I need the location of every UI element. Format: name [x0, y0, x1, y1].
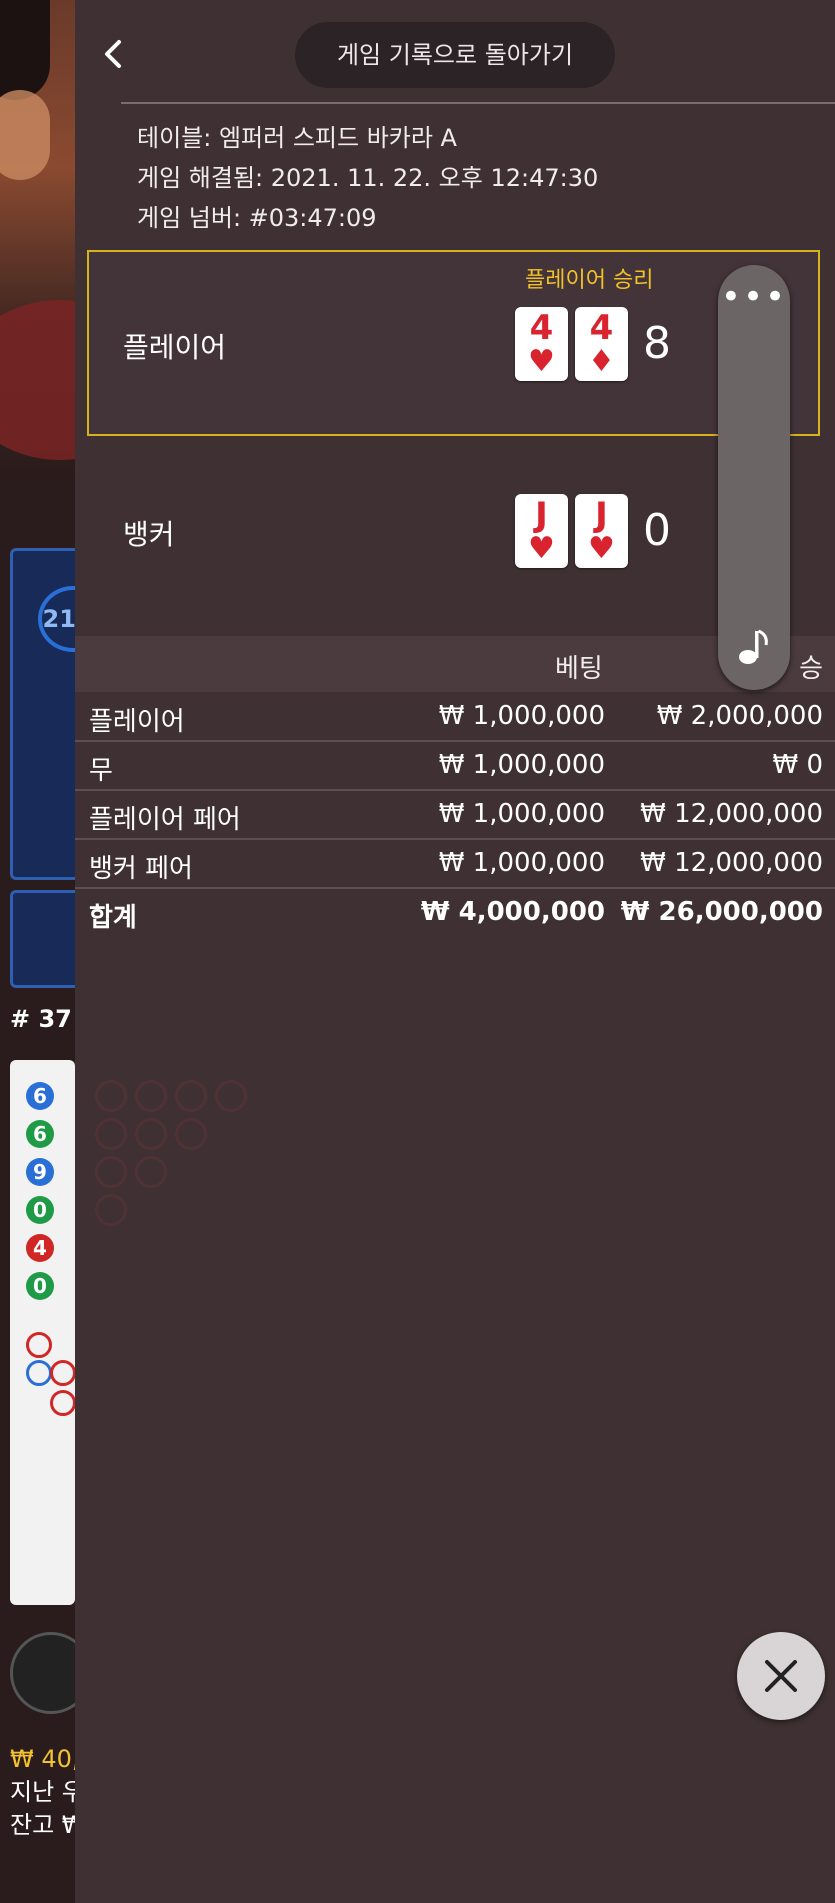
table-row: 플레이어 페어 ₩ 1,000,000 ₩ 12,000,000: [75, 790, 835, 840]
back-to-history-button[interactable]: 게임 기록으로 돌아가기: [295, 22, 615, 88]
background-ghost: [75, 960, 835, 1610]
total-label: 합계: [89, 903, 137, 933]
heart-icon: ♥: [528, 344, 555, 379]
side-menu-panel[interactable]: •••: [718, 265, 790, 690]
player-label: 플레이어: [123, 331, 227, 364]
win-amount: ₩ 2,000,000: [656, 701, 823, 731]
total-win-amount: ₩ 26,000,000: [620, 897, 823, 927]
win-amount: ₩ 12,000,000: [640, 848, 823, 878]
heart-icon: ♥: [528, 531, 555, 566]
card-rank: 4: [589, 308, 614, 348]
total-row: 합계 ₩ 4,000,000 ₩ 26,000,000: [75, 888, 835, 936]
round-number: # 37: [10, 1005, 72, 1033]
close-x-icon: [765, 1660, 797, 1692]
bet-name: 플레이어: [89, 707, 185, 737]
card-rank: J: [535, 495, 548, 535]
card-rank: J: [595, 495, 608, 535]
player-card-2: 4 ♦: [575, 307, 628, 381]
table-row: 플레이어 ₩ 1,000,000 ₩ 2,000,000: [75, 692, 835, 742]
banker-card-1: J ♥: [515, 494, 568, 568]
background-game-view: 21% # 37 6 6 9 0 4 0: [0, 0, 75, 1903]
resolved-time: 게임 해결됨: 2021. 11. 22. 오후 12:47:30: [137, 164, 599, 192]
heart-icon: ♥: [588, 531, 615, 566]
game-info: 테이블: 엠퍼러 스피드 바카라 A 게임 해결됨: 2021. 11. 22.…: [137, 118, 598, 238]
game-number: 게임 넘버: #03:47:09: [137, 204, 377, 232]
bet-column-header: 베팅: [555, 654, 603, 684]
bet-amount: ₩ 1,000,000: [438, 750, 605, 780]
bet-name: 플레이어 페어: [89, 805, 241, 835]
win-amount: ₩ 0: [772, 750, 823, 780]
modal-header: 게임 기록으로 돌아가기: [75, 0, 835, 102]
header-divider: [121, 102, 835, 104]
diamond-icon: ♦: [588, 344, 615, 379]
table-name: 테이블: 엠퍼러 스피드 바카라 A: [137, 124, 457, 152]
banker-label: 뱅커: [123, 518, 175, 551]
card-rank: 4: [529, 308, 554, 348]
win-amount: ₩ 12,000,000: [640, 799, 823, 829]
player-card-1: 4 ♥: [515, 307, 568, 381]
bet-panel-secondary: [10, 890, 75, 988]
table-row: 무 ₩ 1,000,000 ₩ 0: [75, 741, 835, 791]
timer-percent: 21%: [38, 586, 75, 652]
bet-name: 뱅커 페어: [89, 854, 193, 884]
winner-label: 플레이어 승리: [525, 268, 654, 293]
more-dots-icon[interactable]: •••: [718, 280, 790, 314]
back-button[interactable]: [95, 34, 135, 74]
chip-stack-button: [10, 1632, 75, 1714]
chevron-left-icon: [105, 40, 121, 68]
music-note-icon[interactable]: [732, 625, 776, 669]
banker-card-2: J ♥: [575, 494, 628, 568]
bet-panel: 21%: [10, 548, 75, 880]
total-bet-amount: ₩ 4,000,000: [420, 897, 605, 927]
dealer-video: [0, 0, 75, 480]
dealer-shoulder: [0, 90, 50, 180]
bet-amount: ₩ 1,000,000: [438, 848, 605, 878]
bet-amount: ₩ 1,000,000: [438, 701, 605, 731]
close-button[interactable]: [737, 1632, 825, 1720]
win-column-header: 승: [799, 654, 823, 684]
scoreboard-road: 6 6 9 0 4 0: [10, 1060, 75, 1605]
bet-amount: ₩ 1,000,000: [438, 799, 605, 829]
banker-score: 0: [643, 505, 671, 556]
player-score: 8: [643, 318, 671, 369]
bet-name: 무: [89, 756, 113, 786]
table-row: 뱅커 페어 ₩ 1,000,000 ₩ 12,000,000: [75, 839, 835, 889]
dealer-table: [0, 300, 75, 460]
dealer-hair: [0, 0, 50, 100]
